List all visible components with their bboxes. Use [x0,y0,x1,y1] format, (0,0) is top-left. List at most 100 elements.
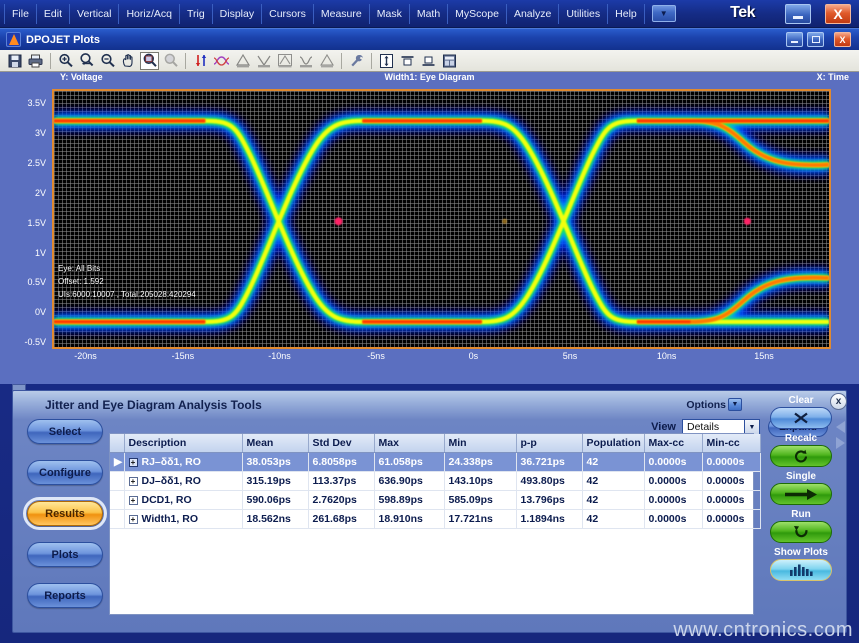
zoom-region-icon[interactable] [140,52,159,70]
cell-min-cc: 0.0000s [702,453,760,472]
table-row[interactable]: +DJ–δδ1, RO 315.19ps 113.37ps 636.90ps 1… [110,472,760,491]
menu-item-display[interactable]: Display [213,4,262,24]
scope-minimize-button[interactable] [785,4,811,24]
analysis-panel-header: Jitter and Eye Diagram Analysis Tools [45,395,766,415]
nav-button-reports[interactable]: Reports [27,583,103,608]
recalc-button[interactable] [770,445,832,467]
menu-item-math[interactable]: Math [410,4,448,24]
column-header-pp[interactable]: p-p [516,434,582,453]
menu-item-cursors[interactable]: Cursors [262,4,314,24]
menu-item-edit[interactable]: Edit [37,4,70,24]
clear-x-icon [791,411,811,425]
results-table-container[interactable]: Description Mean Std Dev Max Min p-p Pop… [109,433,754,615]
pan-hand-icon[interactable] [119,52,138,70]
menu-item-file[interactable]: File [4,4,37,24]
settings-wrench-icon[interactable] [347,52,366,70]
histogram-spectrum-icon[interactable] [275,52,294,70]
expand-row-icon[interactable]: + [129,477,138,486]
restore-icon [812,36,820,43]
column-header-population[interactable]: Population [582,434,644,453]
x-tick-label: 10ns [657,351,677,361]
expand-row-icon[interactable]: + [129,458,138,467]
table-header-row: Description Mean Std Dev Max Min p-p Pop… [110,434,760,453]
zoom-xy-icon[interactable] [77,52,96,70]
column-header-description[interactable]: Description [124,434,242,453]
column-header-max-cc[interactable]: Max-cc [644,434,702,453]
menu-item-utilities[interactable]: Utilities [559,4,608,24]
single-arrow-icon [783,488,819,501]
menu-item-myscope[interactable]: MyScope [448,4,507,24]
chevron-down-icon[interactable]: ▼ [652,5,676,22]
table-row[interactable]: ▶ +RJ–δδ1, RO 38.053ps 6.8058ps 61.058ps… [110,453,760,472]
column-header-min-cc[interactable]: Min-cc [702,434,760,453]
histogram-eye-icon[interactable] [296,52,315,70]
analysis-panel-title: Jitter and Eye Diagram Analysis Tools [45,398,262,412]
analysis-tools-panel: Jitter and Eye Diagram Analysis Tools Op… [12,390,847,633]
clear-button[interactable] [770,407,832,429]
y-tick-label: 3V [35,128,46,138]
nav-button-configure[interactable]: Configure [27,460,103,485]
histogram-left-icon[interactable] [233,52,252,70]
menu-item-mask[interactable]: Mask [370,4,410,24]
single-button[interactable] [770,483,832,505]
zoom-in-icon[interactable] [56,52,75,70]
plot-close-button[interactable]: X [834,32,851,47]
cell-population: 42 [582,472,644,491]
top-align-icon[interactable] [398,52,417,70]
run-button[interactable] [770,521,832,543]
cell-min: 17.721ns [444,510,516,529]
histogram-right-icon[interactable] [317,52,336,70]
cell-mean: 590.06ps [242,491,308,510]
zoom-out-icon[interactable] [98,52,117,70]
menu-item-measure[interactable]: Measure [314,4,370,24]
menu-item-vertical[interactable]: Vertical [70,4,119,24]
eye-annotation-bits: Eye: All Bits [58,264,100,273]
options-label[interactable]: Options [686,399,726,411]
table-view-icon[interactable] [440,52,459,70]
x-tick-label: 0s [469,351,479,361]
close-panel-button[interactable]: x [830,393,847,410]
menu-item-horiz-acq[interactable]: Horiz/Acq [119,4,180,24]
expand-row-icon[interactable]: + [129,515,138,524]
eye-diagram-panel: Y: Voltage Width1: Eye Diagram X: Time 3… [0,72,859,384]
chevron-down-icon[interactable]: ▼ [728,398,742,411]
cell-min-cc: 0.0000s [702,472,760,491]
cell-pp: 13.796ps [516,491,582,510]
scope-close-button[interactable]: X [825,4,851,24]
vertical-cursor-icon[interactable] [377,52,396,70]
plot-minimize-button[interactable] [786,32,803,47]
column-header-min[interactable]: Min [444,434,516,453]
minimize-icon [791,41,798,43]
menu-item-trig[interactable]: Trig [180,4,213,24]
cell-description: +DCD1, RO [124,491,242,510]
save-icon[interactable] [5,52,24,70]
nav-button-select[interactable]: Select [27,419,103,444]
cell-mean: 315.19ps [242,472,308,491]
nav-button-plots[interactable]: Plots [27,542,103,567]
zoom-reset-icon[interactable] [161,52,180,70]
column-header-std-dev[interactable]: Std Dev [308,434,374,453]
menu-item-help[interactable]: Help [608,4,645,24]
site-watermark: www.cntronics.com [673,619,853,642]
jitter-arrows-icon[interactable] [191,52,210,70]
nav-button-results[interactable]: Results [27,501,103,526]
histogram-bathtub-icon[interactable] [254,52,273,70]
y-tick-label: 3.5V [27,98,46,108]
print-icon[interactable] [26,52,45,70]
bottom-align-icon[interactable] [419,52,438,70]
table-row[interactable]: +DCD1, RO 590.06ps 2.7620ps 598.89ps 585… [110,491,760,510]
eye-mask-icon[interactable] [212,52,231,70]
triangle-left-icon[interactable] [836,421,845,433]
plot-restore-button[interactable] [807,32,824,47]
eye-diagram-plot[interactable]: Eye: All Bits Offset: 1.592 UIs:6000:100… [52,89,831,349]
eye-diagram-trace [54,91,829,350]
recalc-refresh-icon [792,449,810,464]
triangle-right-icon[interactable] [836,437,845,449]
column-header-max[interactable]: Max [374,434,444,453]
table-row[interactable]: +Width1, RO 18.562ns 261.68ps 18.910ns 1… [110,510,760,529]
show-plots-button[interactable] [770,559,832,581]
cell-min: 143.10ps [444,472,516,491]
menu-item-analyze[interactable]: Analyze [507,4,559,24]
expand-row-icon[interactable]: + [129,496,138,505]
column-header-mean[interactable]: Mean [242,434,308,453]
